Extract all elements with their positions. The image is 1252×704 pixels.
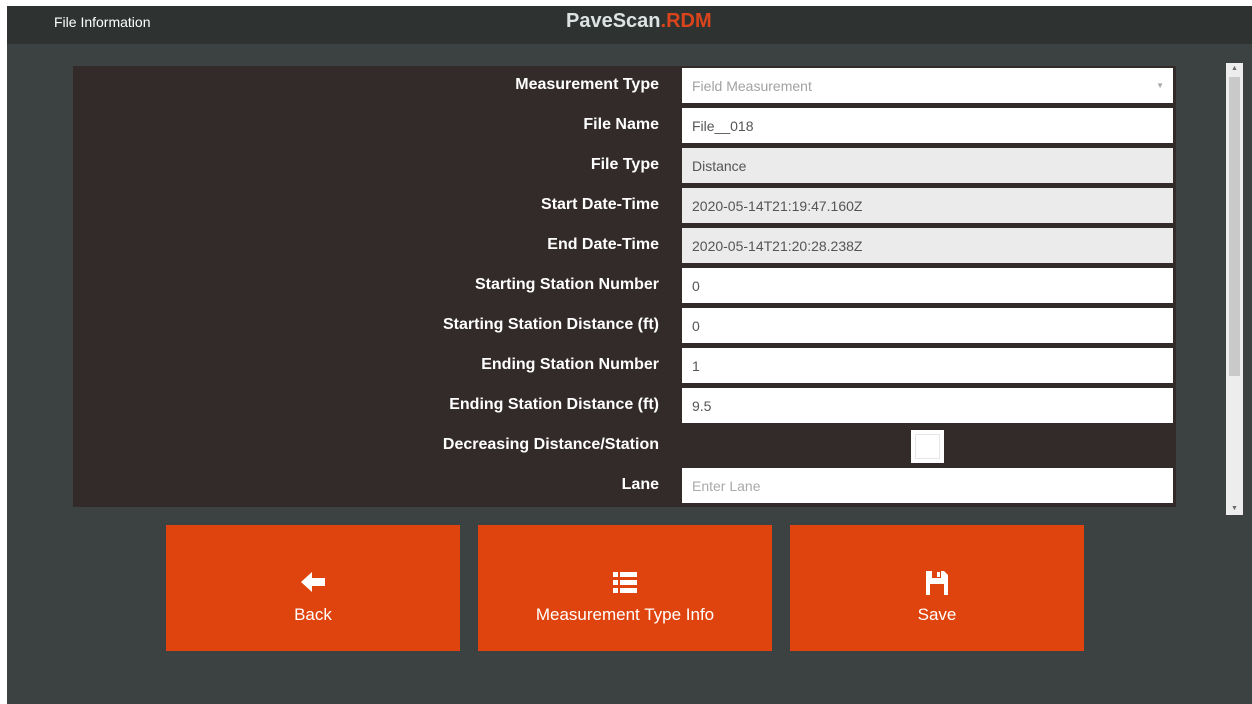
form-row-file-name: File Name	[73, 106, 1176, 146]
back-button-label: Back	[294, 605, 332, 624]
form-scrollbar[interactable]: ▲ ▼	[1226, 63, 1243, 515]
starting-station-distance-input[interactable]	[682, 308, 1173, 343]
save-button-label: Save	[917, 605, 957, 624]
file-name-label: File Name	[583, 116, 659, 133]
app-window: File Information PaveScan.RDM Measuremen…	[7, 6, 1252, 704]
measurement-type-info-button[interactable]: Measurement Type Info	[478, 525, 772, 651]
brand-name-accent: .RDM	[660, 10, 712, 32]
ending-station-distance-input[interactable]	[682, 388, 1173, 423]
end-date-time-field	[682, 228, 1173, 263]
starting-station-number-input[interactable]	[682, 268, 1173, 303]
window-title: File Information	[54, 14, 151, 30]
ending-station-distance-label: Ending Station Distance (ft)	[449, 396, 659, 413]
form-row-start-date-time: Start Date-Time	[73, 186, 1176, 226]
lane-input[interactable]	[682, 468, 1173, 503]
arrow-left-icon	[166, 571, 460, 595]
measurement-type-label: Measurement Type	[515, 76, 659, 93]
back-button[interactable]: Back	[166, 525, 460, 651]
measurement-type-value: Field Measurement	[692, 77, 812, 94]
start-date-time-field	[682, 188, 1173, 223]
decreasing-distance-label: Decreasing Distance/Station	[442, 436, 659, 453]
top-bar: File Information PaveScan.RDM	[7, 6, 1252, 44]
form-row-starting-station-number: Starting Station Number	[73, 266, 1176, 306]
form-row-measurement-type: Measurement Type Field Measurement ▼	[73, 66, 1176, 106]
file-type-label: File Type	[590, 156, 659, 173]
form-row-end-date-time: End Date-Time	[73, 226, 1176, 266]
scroll-thumb[interactable]	[1229, 77, 1240, 376]
form-row-starting-station-distance: Starting Station Distance (ft)	[73, 306, 1176, 346]
starting-station-number-label: Starting Station Number	[474, 276, 659, 293]
starting-station-distance-label: Starting Station Distance (ft)	[442, 316, 659, 333]
scroll-up-arrow-icon[interactable]: ▲	[1226, 63, 1243, 75]
lane-label: Lane	[621, 476, 659, 493]
form-row-file-type: File Type	[73, 146, 1176, 186]
floppy-disk-icon	[790, 571, 1084, 595]
scroll-down-arrow-icon[interactable]: ▼	[1226, 503, 1243, 515]
checkbox-inner	[915, 434, 940, 459]
form-row-ending-station-number: Ending Station Number	[73, 346, 1176, 386]
ending-station-number-input[interactable]	[682, 348, 1173, 383]
chevron-down-icon: ▼	[1156, 81, 1164, 90]
brand-name: PaveScan	[566, 10, 661, 32]
save-button[interactable]: Save	[790, 525, 1084, 651]
measurement-type-info-label: Measurement Type Info	[535, 605, 715, 624]
form-row-decreasing-distance: Decreasing Distance/Station	[73, 426, 1176, 466]
ending-station-number-label: Ending Station Number	[481, 356, 659, 373]
form-row-ending-station-distance: Ending Station Distance (ft)	[73, 386, 1176, 426]
file-information-form: Measurement Type Field Measurement ▼ Fil…	[73, 66, 1176, 507]
decreasing-distance-checkbox[interactable]	[911, 430, 944, 463]
brand-logo: PaveScan.RDM	[566, 10, 712, 33]
measurement-type-select[interactable]: Field Measurement ▼	[682, 68, 1173, 103]
form-row-lane: Lane	[73, 466, 1176, 506]
start-date-time-label: Start Date-Time	[541, 196, 659, 213]
list-icon	[478, 571, 772, 595]
file-type-field	[682, 148, 1173, 183]
file-name-input[interactable]	[682, 108, 1173, 143]
end-date-time-label: End Date-Time	[547, 236, 659, 253]
